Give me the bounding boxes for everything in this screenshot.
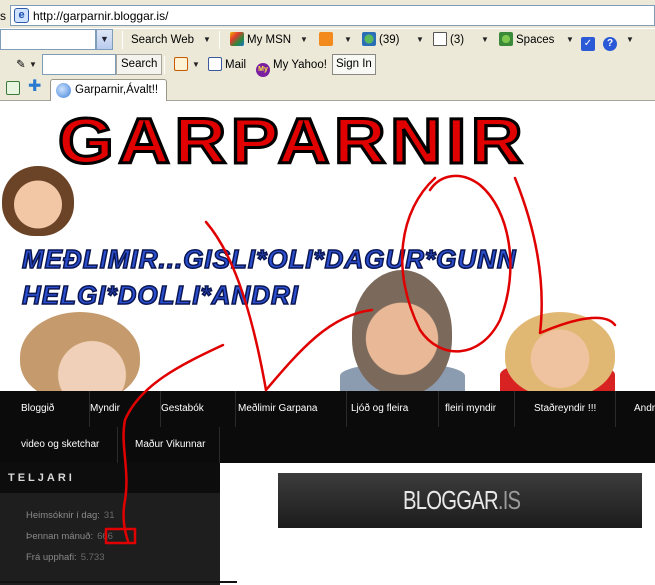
toolbar-separator [219,31,220,49]
member-photo [20,312,140,392]
this-month-label: Þennan mánuð: [26,531,94,542]
pencil-icon[interactable]: ✎ [16,57,26,73]
members-list-line-1: MEÐLIMIR...GISLI*OLI*DAGUR*GUNN [21,243,517,275]
my-msn-dropdown-icon[interactable]: ▼ [300,32,308,48]
visits-since-start: Frá upphafi: 5.733 [26,552,104,563]
address-input[interactable]: e http://garparnir.bloggar.is/ [10,5,655,26]
envelope-icon [433,32,447,46]
member-photo [352,270,452,392]
messenger-dropdown-icon[interactable]: ▼ [416,32,424,48]
nav-item-myndir[interactable]: Myndir [90,391,161,427]
check-icon: ✓ [581,37,595,51]
toolbar-search-input[interactable] [42,54,116,75]
spaces-dropdown-icon[interactable]: ▼ [566,32,574,48]
visits-today-label: Heimsóknir í dag: [26,510,100,521]
help-dropdown-icon[interactable]: ▼ [626,32,634,48]
this-month-value: 666 [97,531,113,542]
yahoo-toolbar: ✎ ▼ Search ▼ Mail My My Yahoo! Sign In [0,52,655,77]
nav-item-video[interactable]: video og sketchar [0,427,118,463]
tab-bar: ✚ Garparnir,Ávalt!! [0,78,655,101]
envelope-icon [208,57,222,71]
calendar-icon [174,57,188,71]
bloggar-logo: BLOGGAR.IS [403,485,521,516]
tab-label: Garparnir,Ávalt!! [75,84,159,96]
toolbar-separator [164,56,165,74]
spaces-icon [499,32,513,46]
bloggar-logo-suffix: .IS [497,485,521,515]
browser-chrome: s e http://garparnir.bloggar.is/ ▼ Searc… [0,0,655,101]
bloggar-logo-banner[interactable]: BLOGGAR.IS [278,473,642,528]
nav-item-gestabok[interactable]: Gestabók [161,391,236,427]
main-navigation: Bloggið Myndir Gestabók Meðlimir Garpana… [0,391,655,463]
add-favorite-icon[interactable]: ✚ [28,79,41,95]
hotmail-button[interactable]: (3) [433,32,464,48]
address-label: s [0,9,6,23]
divider [0,581,237,583]
messenger-buddies-icon [362,32,376,46]
bloggar-logo-word: BLOGGAR [403,485,499,515]
search-web-button[interactable]: Search Web [131,32,194,48]
counter-widget: TELJARI Heimsóknir í dag: 31 Þennan mánuð… [0,463,220,585]
toolbar-separator [122,31,123,49]
favorites-center-button[interactable] [6,81,23,97]
page-globe-icon [56,83,71,98]
address-url[interactable]: http://garparnir.bloggar.is/ [33,9,168,23]
members-list-line-2: HELGI*DOLLI*ANDRI [21,279,299,311]
favorites-icon [6,81,20,95]
my-msn-button[interactable]: My MSN [230,32,291,48]
address-bar-row: s e http://garparnir.bloggar.is/ [0,4,655,26]
msn-search-dropdown-button[interactable]: ▼ [96,29,113,50]
nav-item-andri[interactable]: Andr [634,391,655,427]
nav-item-stadreyndir[interactable]: Staðreyndir !!! [534,391,616,427]
header-banner: GARPARNIR MEÐLIMIR...GISLI*OLI*DAGUR*GUN… [0,102,655,392]
msn-toolbar: ▼ Search Web ▼ My MSN ▼ ▼ (39) ▼ (3) ▼ S… [0,28,655,51]
nav-item-fleiri-myndir[interactable]: fleiri myndir [445,391,515,427]
spaces-button[interactable]: Spaces [499,32,554,48]
nav-item-madur-vikunnar[interactable]: Maður Vikunnar [118,427,220,463]
toolbar-search-button[interactable]: Search [116,54,163,75]
nav-item-bloggid[interactable]: Bloggið [0,391,90,427]
visits-this-month: Þennan mánuð: 666 [26,531,113,542]
rss-dropdown-icon[interactable]: ▼ [344,32,352,48]
nav-item-ljod[interactable]: Ljóð og fleira [351,391,439,427]
sign-in-button[interactable]: Sign In [332,54,376,75]
messenger-button[interactable]: (39) [362,32,399,48]
help-icon: ? [603,37,617,51]
checkbox-tool-button[interactable]: ✓ [581,32,598,51]
calendar-button[interactable] [174,57,191,73]
nav-item-medlimir[interactable]: Meðlimir Garpana [238,391,347,427]
rss-button[interactable] [319,32,336,48]
visits-today: Heimsóknir í dag: 31 [26,510,115,521]
page-icon: e [14,8,29,23]
my-yahoo-icon: My [256,63,270,77]
calendar-dropdown-icon[interactable]: ▼ [192,57,200,73]
pencil-dropdown-icon[interactable]: ▼ [29,57,37,73]
mail-dropdown-icon[interactable]: ▼ [481,32,489,48]
my-yahoo-button[interactable]: My My Yahoo! [256,57,327,77]
tab-garparnir[interactable]: Garparnir,Ávalt!! [50,79,167,101]
rss-icon [319,32,333,46]
since-start-value: 5.733 [80,552,105,563]
msn-search-input[interactable] [0,29,96,50]
mail-button[interactable]: Mail [208,57,246,73]
member-photo [505,312,615,392]
visits-today-value: 31 [103,510,115,521]
counter-heading: TELJARI [0,463,220,493]
help-button[interactable]: ? [603,32,620,51]
site-title: GARPARNIR [56,104,528,179]
since-start-label: Frá upphafi: [26,552,77,563]
web-page: GARPARNIR MEÐLIMIR...GISLI*OLI*DAGUR*GUN… [0,102,655,585]
search-web-dropdown-icon[interactable]: ▼ [203,32,211,48]
msn-butterfly-icon [230,32,244,46]
